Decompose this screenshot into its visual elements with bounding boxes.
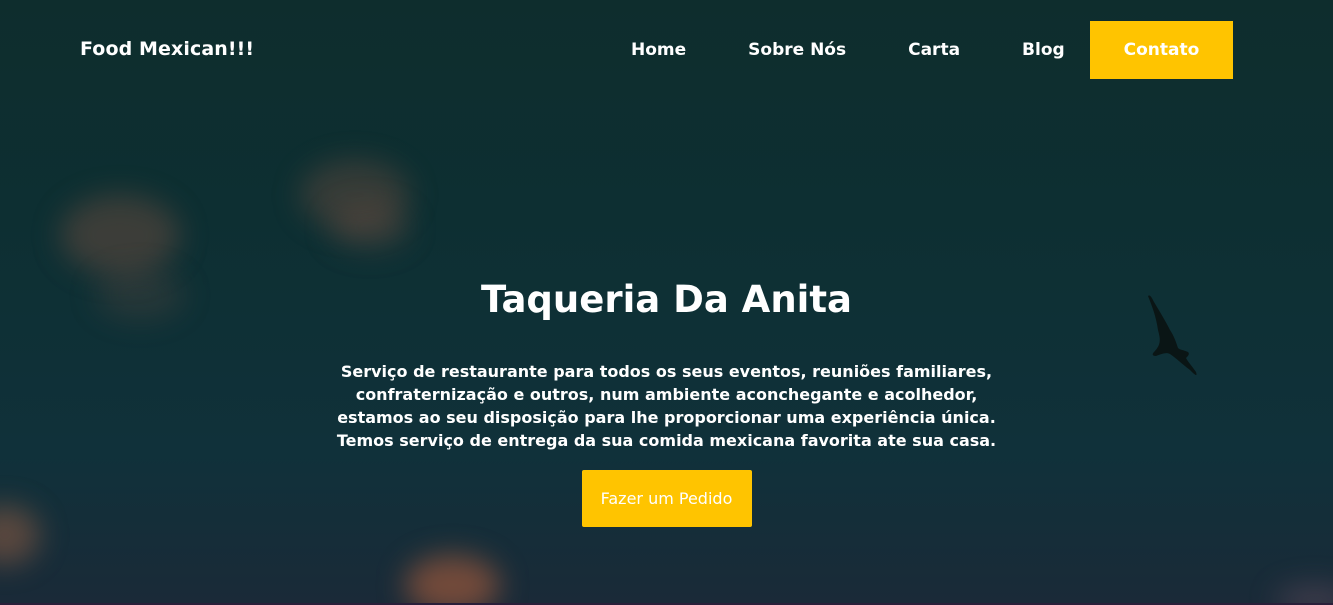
contact-button[interactable]: Contato — [1090, 21, 1233, 79]
hero-section: Food Mexican!!! Home Sobre Nós Carta Blo… — [0, 0, 1333, 605]
nav-links: Home Sobre Nós Carta Blog — [600, 21, 1096, 79]
nav-link-blog[interactable]: Blog — [991, 21, 1096, 79]
background-cloud — [300, 160, 410, 230]
hero-content: Taqueria Da Anita Serviço de restaurante… — [0, 270, 1333, 527]
nav-link-carta[interactable]: Carta — [877, 21, 991, 79]
brand-logo[interactable]: Food Mexican!!! — [80, 38, 254, 60]
background-cloud — [405, 555, 500, 605]
background-cloud — [1275, 585, 1333, 605]
background-cloud — [60, 195, 180, 275]
order-button[interactable]: Fazer um Pedido — [581, 470, 752, 527]
hero-description: Serviço de restaurante para todos os seu… — [336, 362, 997, 450]
top-navbar: Food Mexican!!! Home Sobre Nós Carta Blo… — [0, 0, 1333, 100]
nav-link-sobre-nos[interactable]: Sobre Nós — [717, 21, 877, 79]
nav-link-home[interactable]: Home — [600, 21, 717, 79]
background-cloud — [330, 205, 410, 250]
hero-title: Taqueria Da Anita — [480, 278, 852, 321]
